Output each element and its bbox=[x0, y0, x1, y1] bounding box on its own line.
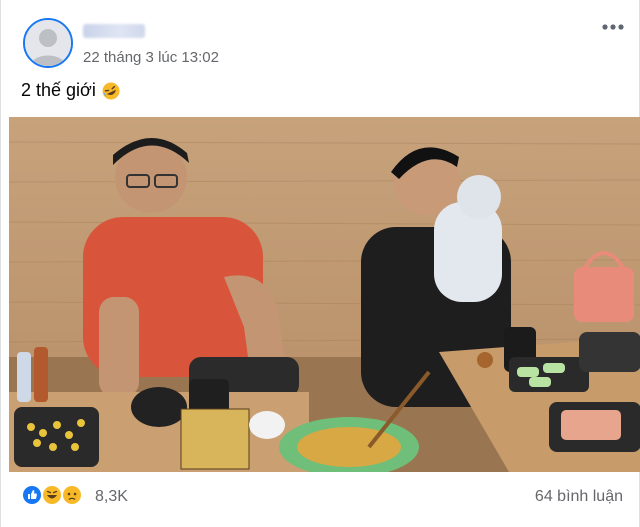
post-card: 22 tháng 3 lúc 13:02 2 thế giới 8,3K 64 … bbox=[0, 0, 640, 527]
rolling-laughing-emoji-icon bbox=[102, 82, 120, 99]
post-caption: 2 thế giới bbox=[21, 80, 120, 101]
reaction-summary[interactable]: 8,3K bbox=[21, 484, 128, 510]
comment-count-link[interactable]: 64 bình luận bbox=[535, 488, 623, 506]
more-horizontal-icon bbox=[602, 24, 624, 30]
reaction-count[interactable]: 8,3K bbox=[95, 488, 128, 506]
more-options-button[interactable] bbox=[599, 16, 627, 38]
avatar[interactable] bbox=[23, 18, 73, 68]
post-timestamp[interactable]: 22 tháng 3 lúc 13:02 bbox=[83, 49, 219, 66]
author-name-blurred[interactable] bbox=[83, 24, 145, 38]
post-photo[interactable] bbox=[9, 117, 640, 472]
sad-reaction-icon bbox=[61, 484, 87, 510]
caption-text: 2 thế giới bbox=[21, 80, 96, 100]
